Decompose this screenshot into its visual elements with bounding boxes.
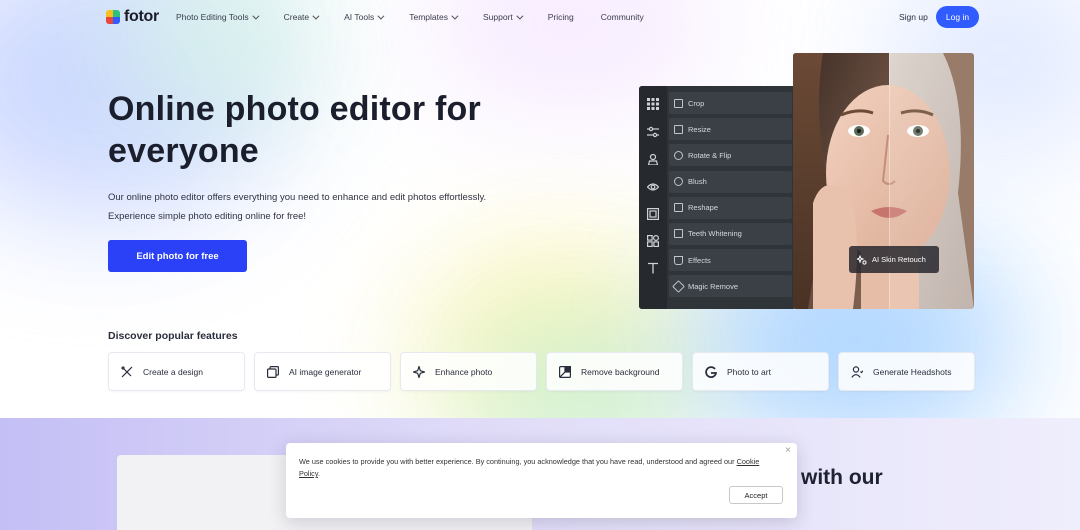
feature-create-design[interactable]: Create a design [108,352,245,391]
remove-bg-icon [559,365,571,378]
effects-icon [674,255,683,265]
menu-create[interactable]: Create [283,12,320,22]
tool-label: Crop [688,98,705,108]
tool-magic-remove[interactable]: Magic Remove [669,275,792,298]
tool-blush[interactable]: Blush [669,170,792,193]
feature-enhance-photo[interactable]: Enhance photo [400,352,537,391]
resize-icon [674,124,683,134]
menu-label: Create [283,12,310,22]
photo-to-art-icon [705,365,717,378]
enhance-icon [413,365,425,378]
rotate-icon [674,150,683,160]
crop-icon [674,98,683,108]
feature-label: Generate Headshots [873,366,952,377]
frame-icon [647,208,660,221]
teeth-icon [674,229,683,239]
main-menu: Photo Editing Tools Create AI Tools Temp… [176,12,671,22]
chevron-down-icon [312,12,320,20]
tool-label: Reshape [688,203,719,213]
tool-label: Blush [688,177,707,187]
tool-effects[interactable]: Effects [669,249,792,272]
sliders-icon [647,126,659,138]
hero-description-line: Experience simple photo editing online f… [108,211,307,222]
text-icon [647,262,659,274]
feature-label: Enhance photo [435,366,493,377]
cookie-message: We use cookies to provide you with bette… [299,457,735,466]
sparkle-icon [857,254,867,265]
ai-skin-retouch-badge[interactable]: AI Skin Retouch [849,246,939,273]
headshot-icon [851,365,863,378]
tool-label: Effects [688,255,711,265]
feature-remove-background[interactable]: Remove background [546,352,683,391]
fotor-logo[interactable]: fotor [106,8,159,26]
editor-preview-panel: Crop Resize Rotate & Flip Blush Reshape … [639,86,794,309]
menu-label: AI Tools [344,12,375,22]
top-navbar: fotor Photo Editing Tools Create AI Tool… [0,0,1080,34]
tool-label: Magic Remove [688,281,739,291]
chevron-down-icon [377,12,385,20]
edit-photo-button[interactable]: Edit photo for free [108,240,247,272]
eraser-icon [672,279,685,293]
section-heading: with our [801,466,883,489]
tool-rotate-flip[interactable]: Rotate & Flip [669,144,792,167]
menu-label: Support [482,12,513,22]
login-button[interactable]: Log in [936,6,979,28]
menu-label: Photo Editing Tools [176,12,249,22]
hero-description-line: Our online photo editor offers everythin… [108,192,487,203]
elements-icon [647,234,660,248]
editor-rail [639,86,667,309]
feature-photo-to-art[interactable]: Photo to art [692,352,829,391]
chevron-down-icon [252,12,260,20]
menu-community[interactable]: Community [601,12,644,22]
hero-description: Our online photo editor offers everythin… [108,188,568,226]
tool-reshape[interactable]: Reshape [669,196,792,219]
logo-text: fotor [124,8,159,25]
tool-crop[interactable]: Crop [669,92,792,114]
features-row: Create a design AI image generator Enhan… [108,352,975,391]
menu-label: Templates [409,12,448,22]
reshape-icon [674,203,683,213]
eye-icon [646,181,660,193]
feature-generate-headshots[interactable]: Generate Headshots [838,352,975,391]
tool-resize[interactable]: Resize [669,118,792,141]
chevron-down-icon [516,12,524,20]
cookie-text: We use cookies to provide you with bette… [299,456,769,480]
tool-label: Rotate & Flip [688,150,732,160]
accept-cookies-button[interactable]: Accept [729,486,783,504]
menu-label: Community [600,12,644,22]
design-icon [121,365,133,377]
menu-templates[interactable]: Templates [409,12,459,22]
tool-teeth-whitening[interactable]: Teeth Whitening [669,222,792,245]
blush-icon [674,177,683,187]
hero-title: Online photo editor for everyone [108,90,481,170]
menu-ai-tools[interactable]: AI Tools [344,12,385,22]
feature-label: Photo to art [727,366,771,377]
person-icon [647,153,659,166]
editor-tools: Crop Resize Rotate & Flip Blush Reshape … [669,92,792,302]
grid-icon [647,98,659,110]
menu-support[interactable]: Support [482,12,524,22]
features-title: Discover popular features [108,330,238,342]
cookie-banner: We use cookies to provide you with bette… [286,443,797,518]
chevron-down-icon [451,12,459,20]
menu-label: Pricing [547,12,574,22]
feature-label: Create a design [143,366,204,377]
logo-mark-icon [106,10,120,24]
feature-label: Remove background [581,366,660,377]
image-generator-icon [267,365,279,378]
close-icon[interactable]: × [785,445,791,456]
menu-pricing[interactable]: Pricing [548,12,574,22]
cookie-suffix: . [317,469,320,478]
tool-label: Resize [688,124,711,134]
menu-photo-editing-tools[interactable]: Photo Editing Tools [176,12,260,22]
signup-link[interactable]: Sign up [899,12,928,22]
feature-ai-image-generator[interactable]: AI image generator [254,352,391,391]
badge-label: AI Skin Retouch [872,255,926,264]
tool-label: Teeth Whitening [688,229,742,239]
feature-label: AI image generator [289,366,362,377]
